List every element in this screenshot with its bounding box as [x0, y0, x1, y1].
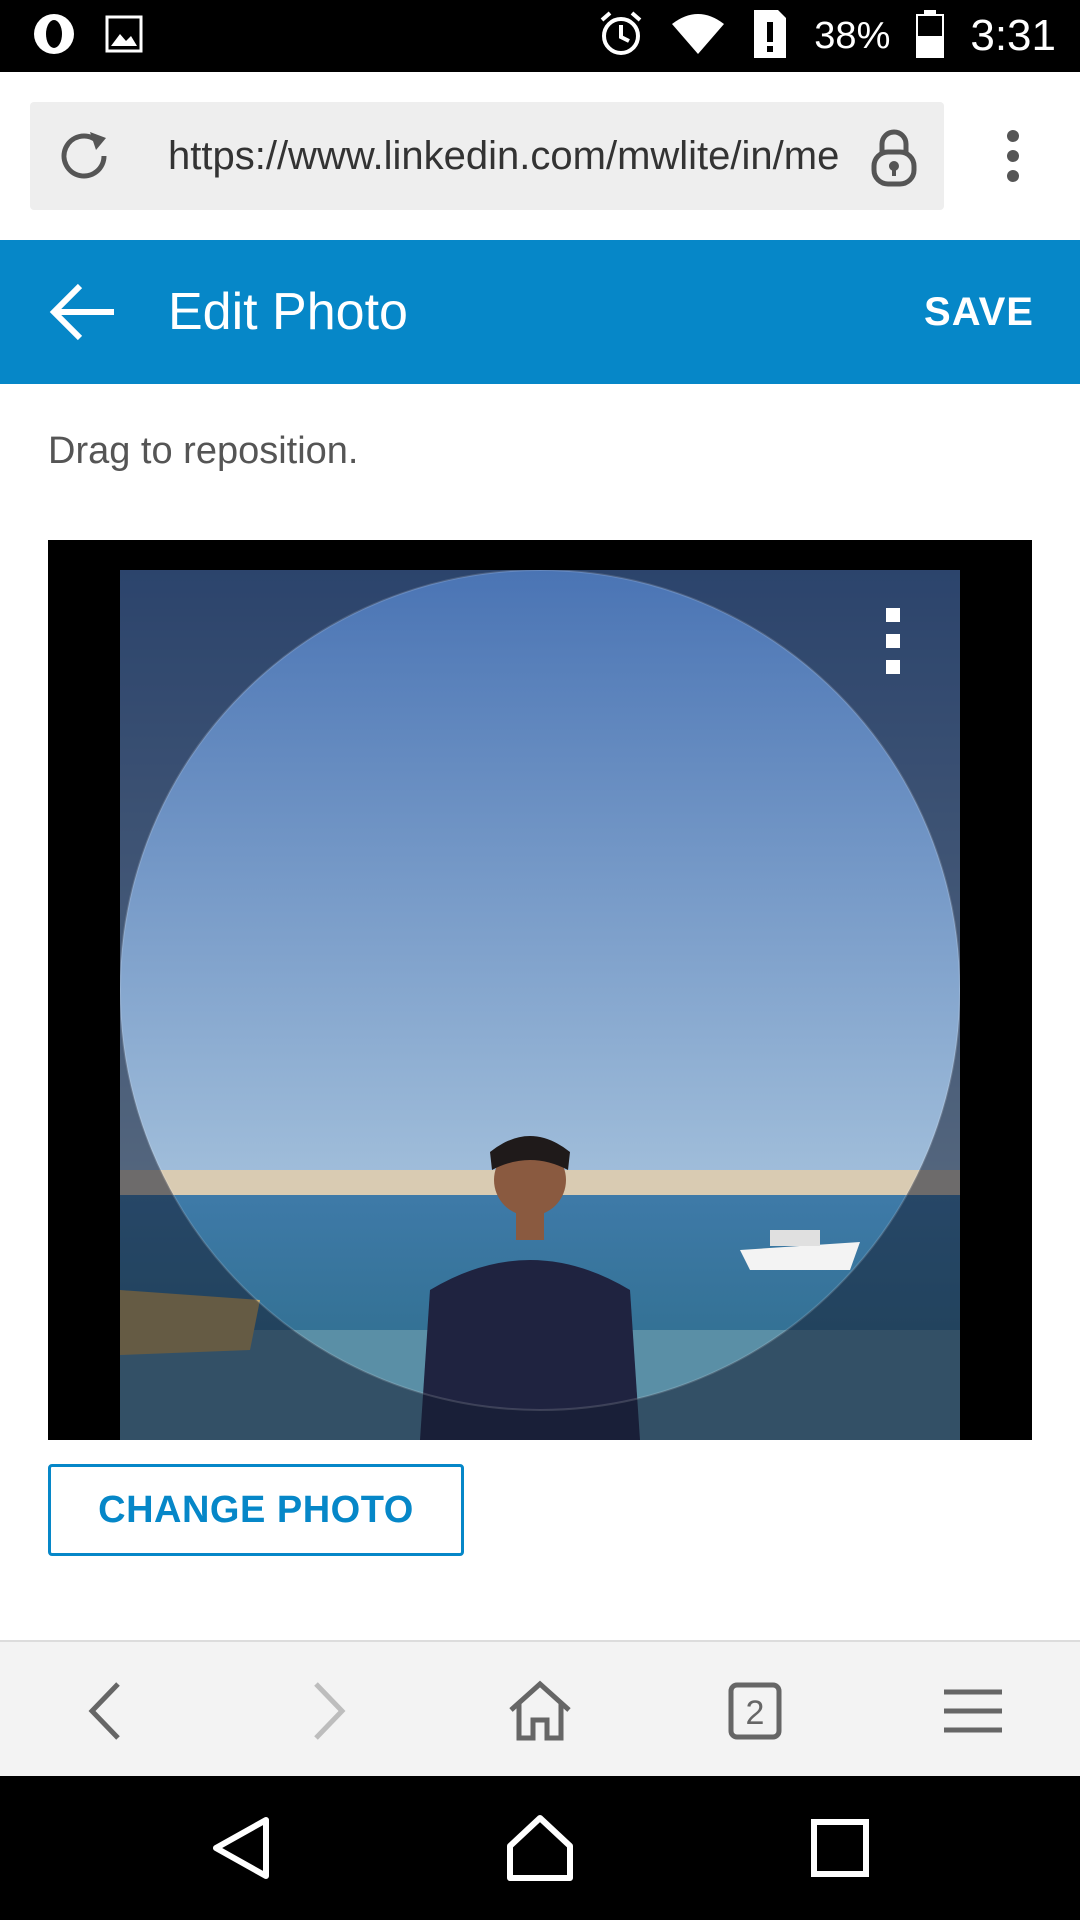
alarm-icon — [598, 10, 644, 63]
visible-to-label: Visible To — [48, 1622, 218, 1640]
profile-photo[interactable] — [120, 570, 960, 1440]
reload-icon[interactable] — [52, 124, 116, 188]
reposition-hint: Drag to reposition. — [48, 430, 359, 472]
back-arrow-icon[interactable] — [48, 280, 118, 344]
photo-options-icon[interactable] — [884, 608, 902, 674]
save-button[interactable]: SAVE — [924, 240, 1034, 384]
hamburger-menu-icon[interactable] — [938, 1680, 1008, 1742]
opera-icon — [32, 12, 76, 61]
overflow-menu-icon[interactable] — [990, 130, 1036, 182]
battery-percent: 38% — [814, 14, 891, 57]
wifi-icon — [670, 12, 726, 61]
photo-crop-editor[interactable] — [48, 540, 1032, 1440]
change-photo-button[interactable]: CHANGE PHOTO — [48, 1464, 464, 1556]
system-recents-icon[interactable] — [804, 1812, 876, 1884]
tabs-icon[interactable]: 2 — [720, 1680, 790, 1742]
lock-icon[interactable] — [866, 128, 922, 188]
browser-bottom-nav: 2 — [0, 1640, 1080, 1778]
url-text[interactable]: https://www.linkedin.com/mwlite/in/me/ed… — [168, 102, 838, 210]
image-icon — [104, 14, 144, 59]
sim-alert-icon — [752, 8, 788, 65]
browser-forward-icon[interactable] — [290, 1680, 360, 1742]
home-icon[interactable] — [505, 1680, 575, 1742]
browser-url-bar: https://www.linkedin.com/mwlite/in/me/ed… — [0, 72, 1080, 240]
system-home-icon[interactable] — [504, 1812, 576, 1884]
page-title: Edit Photo — [168, 283, 408, 341]
battery-icon — [916, 9, 945, 63]
clock: 3:31 — [970, 11, 1056, 60]
system-nav-bar — [0, 1776, 1080, 1920]
status-bar: 38% 3:31 — [0, 0, 1080, 72]
tabs-count: 2 — [746, 1694, 765, 1732]
system-back-icon[interactable] — [206, 1812, 278, 1884]
address-field[interactable]: https://www.linkedin.com/mwlite/in/me/ed… — [30, 102, 944, 210]
browser-back-icon[interactable] — [74, 1680, 144, 1742]
app-header: Edit Photo SAVE — [0, 240, 1080, 384]
